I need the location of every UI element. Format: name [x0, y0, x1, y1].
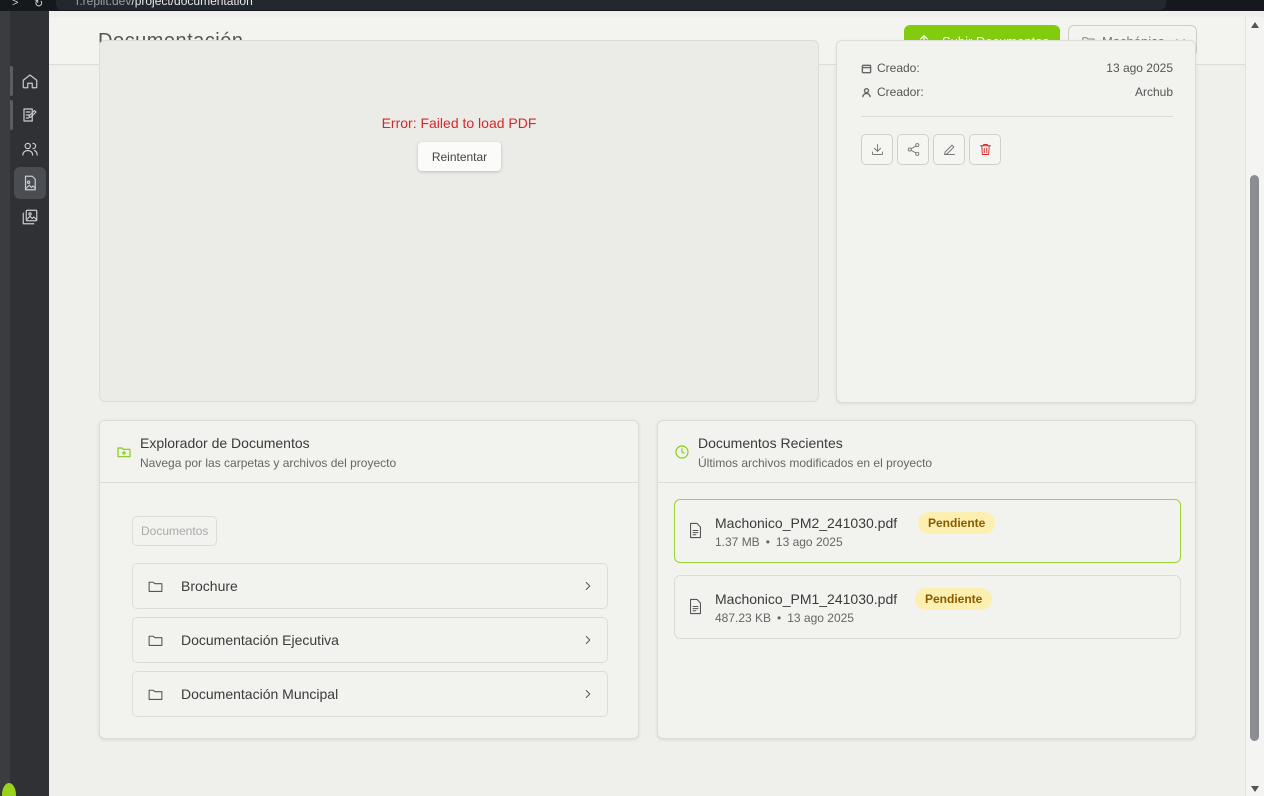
document-date: 13 ago 2025 — [775, 535, 843, 549]
file-text-icon — [690, 522, 701, 539]
folder-name: Documentación Ejecutiva — [181, 632, 339, 648]
document-image-icon — [24, 175, 36, 191]
chevron-right-icon — [585, 582, 591, 590]
sidebar-item-home[interactable] — [14, 65, 46, 97]
document-date: 13 ago 2025 — [787, 611, 854, 625]
document-size: 487.23 KB — [715, 611, 772, 625]
page-scrollbar[interactable] — [1245, 17, 1264, 796]
recent-subtitle: Últimos archivos modificados en el proye… — [698, 456, 933, 470]
recent-documents-card: Documentos Recientes Últimos archivos mo… — [657, 420, 1196, 739]
recent-document-item[interactable]: Machonico_PM2_241030.pdf Pendiente 1.37 … — [674, 499, 1181, 563]
explorer-card: Explorador de Documentos Navega por las … — [99, 420, 639, 739]
home-icon — [22, 74, 38, 89]
folder-icon — [148, 581, 163, 592]
created-label: Creado: — [877, 61, 920, 75]
folder-plus-icon — [117, 447, 131, 458]
folder-name: Brochure — [181, 578, 238, 594]
forward-icon[interactable]: > — [12, 0, 18, 9]
folder-item[interactable]: Documentación Muncipal — [132, 671, 608, 717]
document-name: Machonico_PM1_241030.pdf — [715, 591, 898, 607]
url-path: /project/documentation — [131, 0, 253, 8]
calendar-icon — [861, 64, 872, 73]
folder-item[interactable]: Brochure — [132, 563, 608, 609]
explorer-title: Explorador de Documentos — [140, 435, 310, 451]
sidebar-item-users[interactable] — [14, 133, 46, 165]
recent-title: Documentos Recientes — [698, 435, 843, 451]
document-size: 1.37 MB — [715, 535, 760, 549]
document-meta: 487.23 KB • 13 ago 2025 — [715, 611, 854, 625]
folder-name: Documentación Muncipal — [181, 686, 339, 702]
browser-toolbar: > ↻ r.replit.dev/project/documentation — [0, 0, 1264, 11]
chevron-right-icon — [585, 690, 591, 698]
creator-row: Creador: Archub — [861, 85, 1173, 99]
sidebar-marker — [10, 66, 13, 96]
recent-document-item[interactable]: Machonico_PM1_241030.pdf Pendiente 487.2… — [674, 575, 1181, 639]
document-info-panel: Creado: 13 ago 2025 Creador: Archub — [836, 40, 1196, 403]
created-value: 13 ago 2025 — [1106, 61, 1173, 75]
sidebar-item-notes[interactable] — [14, 99, 46, 131]
explorer-subtitle: Navega por las carpetas y archivos del p… — [140, 456, 397, 470]
folder-item[interactable]: Documentación Ejecutiva — [132, 617, 608, 663]
pencil-icon — [943, 144, 955, 155]
download-button[interactable] — [861, 134, 893, 165]
scrollbar-thumb[interactable] — [1250, 175, 1259, 741]
pdf-viewer: Error: Failed to load PDF Reintentar — [99, 40, 819, 402]
folder-icon — [148, 689, 163, 700]
creator-label: Creador: — [877, 85, 924, 99]
status-badge: Pendiente — [918, 512, 996, 534]
chevron-right-icon — [585, 636, 591, 644]
url-host: r.replit.dev — [76, 0, 132, 8]
status-badge: Pendiente — [915, 588, 993, 610]
retry-button[interactable]: Reintentar — [418, 142, 501, 171]
address-bar[interactable]: r.replit.dev/project/documentation — [56, 0, 1166, 10]
sidebar — [2, 11, 49, 796]
user-icon — [862, 87, 871, 97]
breadcrumb[interactable]: Documentos — [132, 516, 218, 546]
file-text-icon — [690, 598, 701, 615]
users-icon — [22, 142, 38, 156]
pdf-error-message: Error: Failed to load PDF — [381, 115, 537, 131]
download-icon — [871, 144, 883, 155]
folder-icon — [148, 635, 163, 646]
share-button[interactable] — [897, 134, 929, 165]
sidebar-marker — [10, 100, 13, 130]
window-frame — [0, 11, 10, 796]
clock-icon — [675, 445, 689, 459]
explorer-header: Explorador de Documentos Navega por las … — [100, 421, 638, 483]
edit-note-icon — [23, 108, 37, 122]
recent-header: Documentos Recientes Últimos archivos mo… — [658, 421, 1195, 483]
divider — [861, 116, 1173, 117]
creator-value: Archub — [1134, 85, 1173, 99]
gallery-icon — [22, 209, 38, 225]
sidebar-item-documents[interactable] — [14, 167, 46, 199]
document-name: Machonico_PM2_241030.pdf — [715, 515, 898, 531]
reload-icon[interactable]: ↻ — [34, 0, 43, 10]
document-meta: 1.37 MB • 13 ago 2025 — [715, 535, 843, 549]
status-indicator — [2, 783, 16, 796]
delete-button[interactable] — [969, 134, 1001, 165]
share-icon — [907, 143, 919, 156]
created-row: Creado: 13 ago 2025 — [861, 61, 1173, 75]
trash-icon — [979, 144, 991, 155]
scroll-down-icon[interactable] — [1251, 786, 1259, 792]
edit-button[interactable] — [933, 134, 965, 165]
sidebar-item-gallery[interactable] — [14, 201, 46, 233]
scroll-up-icon[interactable] — [1251, 22, 1259, 28]
